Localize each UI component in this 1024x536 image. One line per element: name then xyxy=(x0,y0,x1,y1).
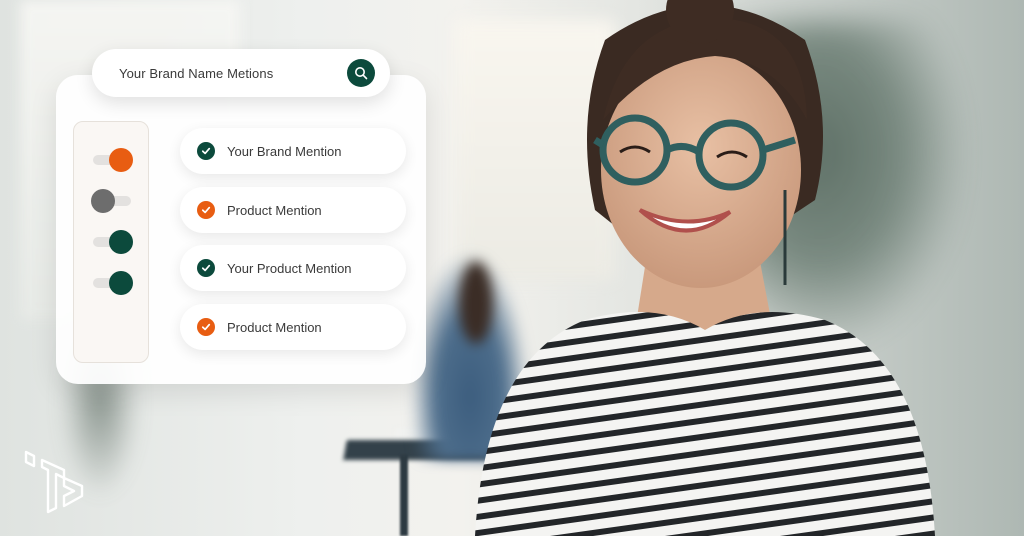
mention-item[interactable]: Your Product Mention xyxy=(180,245,406,291)
search-icon xyxy=(355,67,368,80)
toggle-switch-2[interactable] xyxy=(91,189,133,213)
smiling-woman-illustration xyxy=(475,0,935,536)
toggle-knob xyxy=(109,148,133,172)
search-input[interactable]: Your Brand Name Metions xyxy=(119,66,347,81)
mention-label: Your Brand Mention xyxy=(227,143,342,159)
check-icon xyxy=(197,142,215,160)
desk-leg xyxy=(400,455,408,536)
toggle-switch-1[interactable] xyxy=(91,148,133,172)
mention-item[interactable]: Product Mention xyxy=(180,304,406,350)
toggle-switch-3[interactable] xyxy=(91,230,133,254)
toggle-knob xyxy=(109,230,133,254)
toggle-list xyxy=(73,121,149,363)
check-icon xyxy=(197,259,215,277)
search-bar[interactable]: Your Brand Name Metions xyxy=(92,49,390,97)
check-icon xyxy=(197,201,215,219)
toggle-knob xyxy=(109,271,133,295)
mention-item[interactable]: Product Mention xyxy=(180,187,406,233)
mention-item[interactable]: Your Brand Mention xyxy=(180,128,406,174)
check-icon xyxy=(197,318,215,336)
mention-label: Your Product Mention xyxy=(227,260,352,276)
mention-label: Product Mention xyxy=(227,319,322,335)
brand-logo-icon xyxy=(24,450,84,514)
search-button[interactable] xyxy=(347,59,375,87)
mention-label: Product Mention xyxy=(227,202,322,218)
toggle-knob xyxy=(91,189,115,213)
toggle-switch-4[interactable] xyxy=(91,271,133,295)
